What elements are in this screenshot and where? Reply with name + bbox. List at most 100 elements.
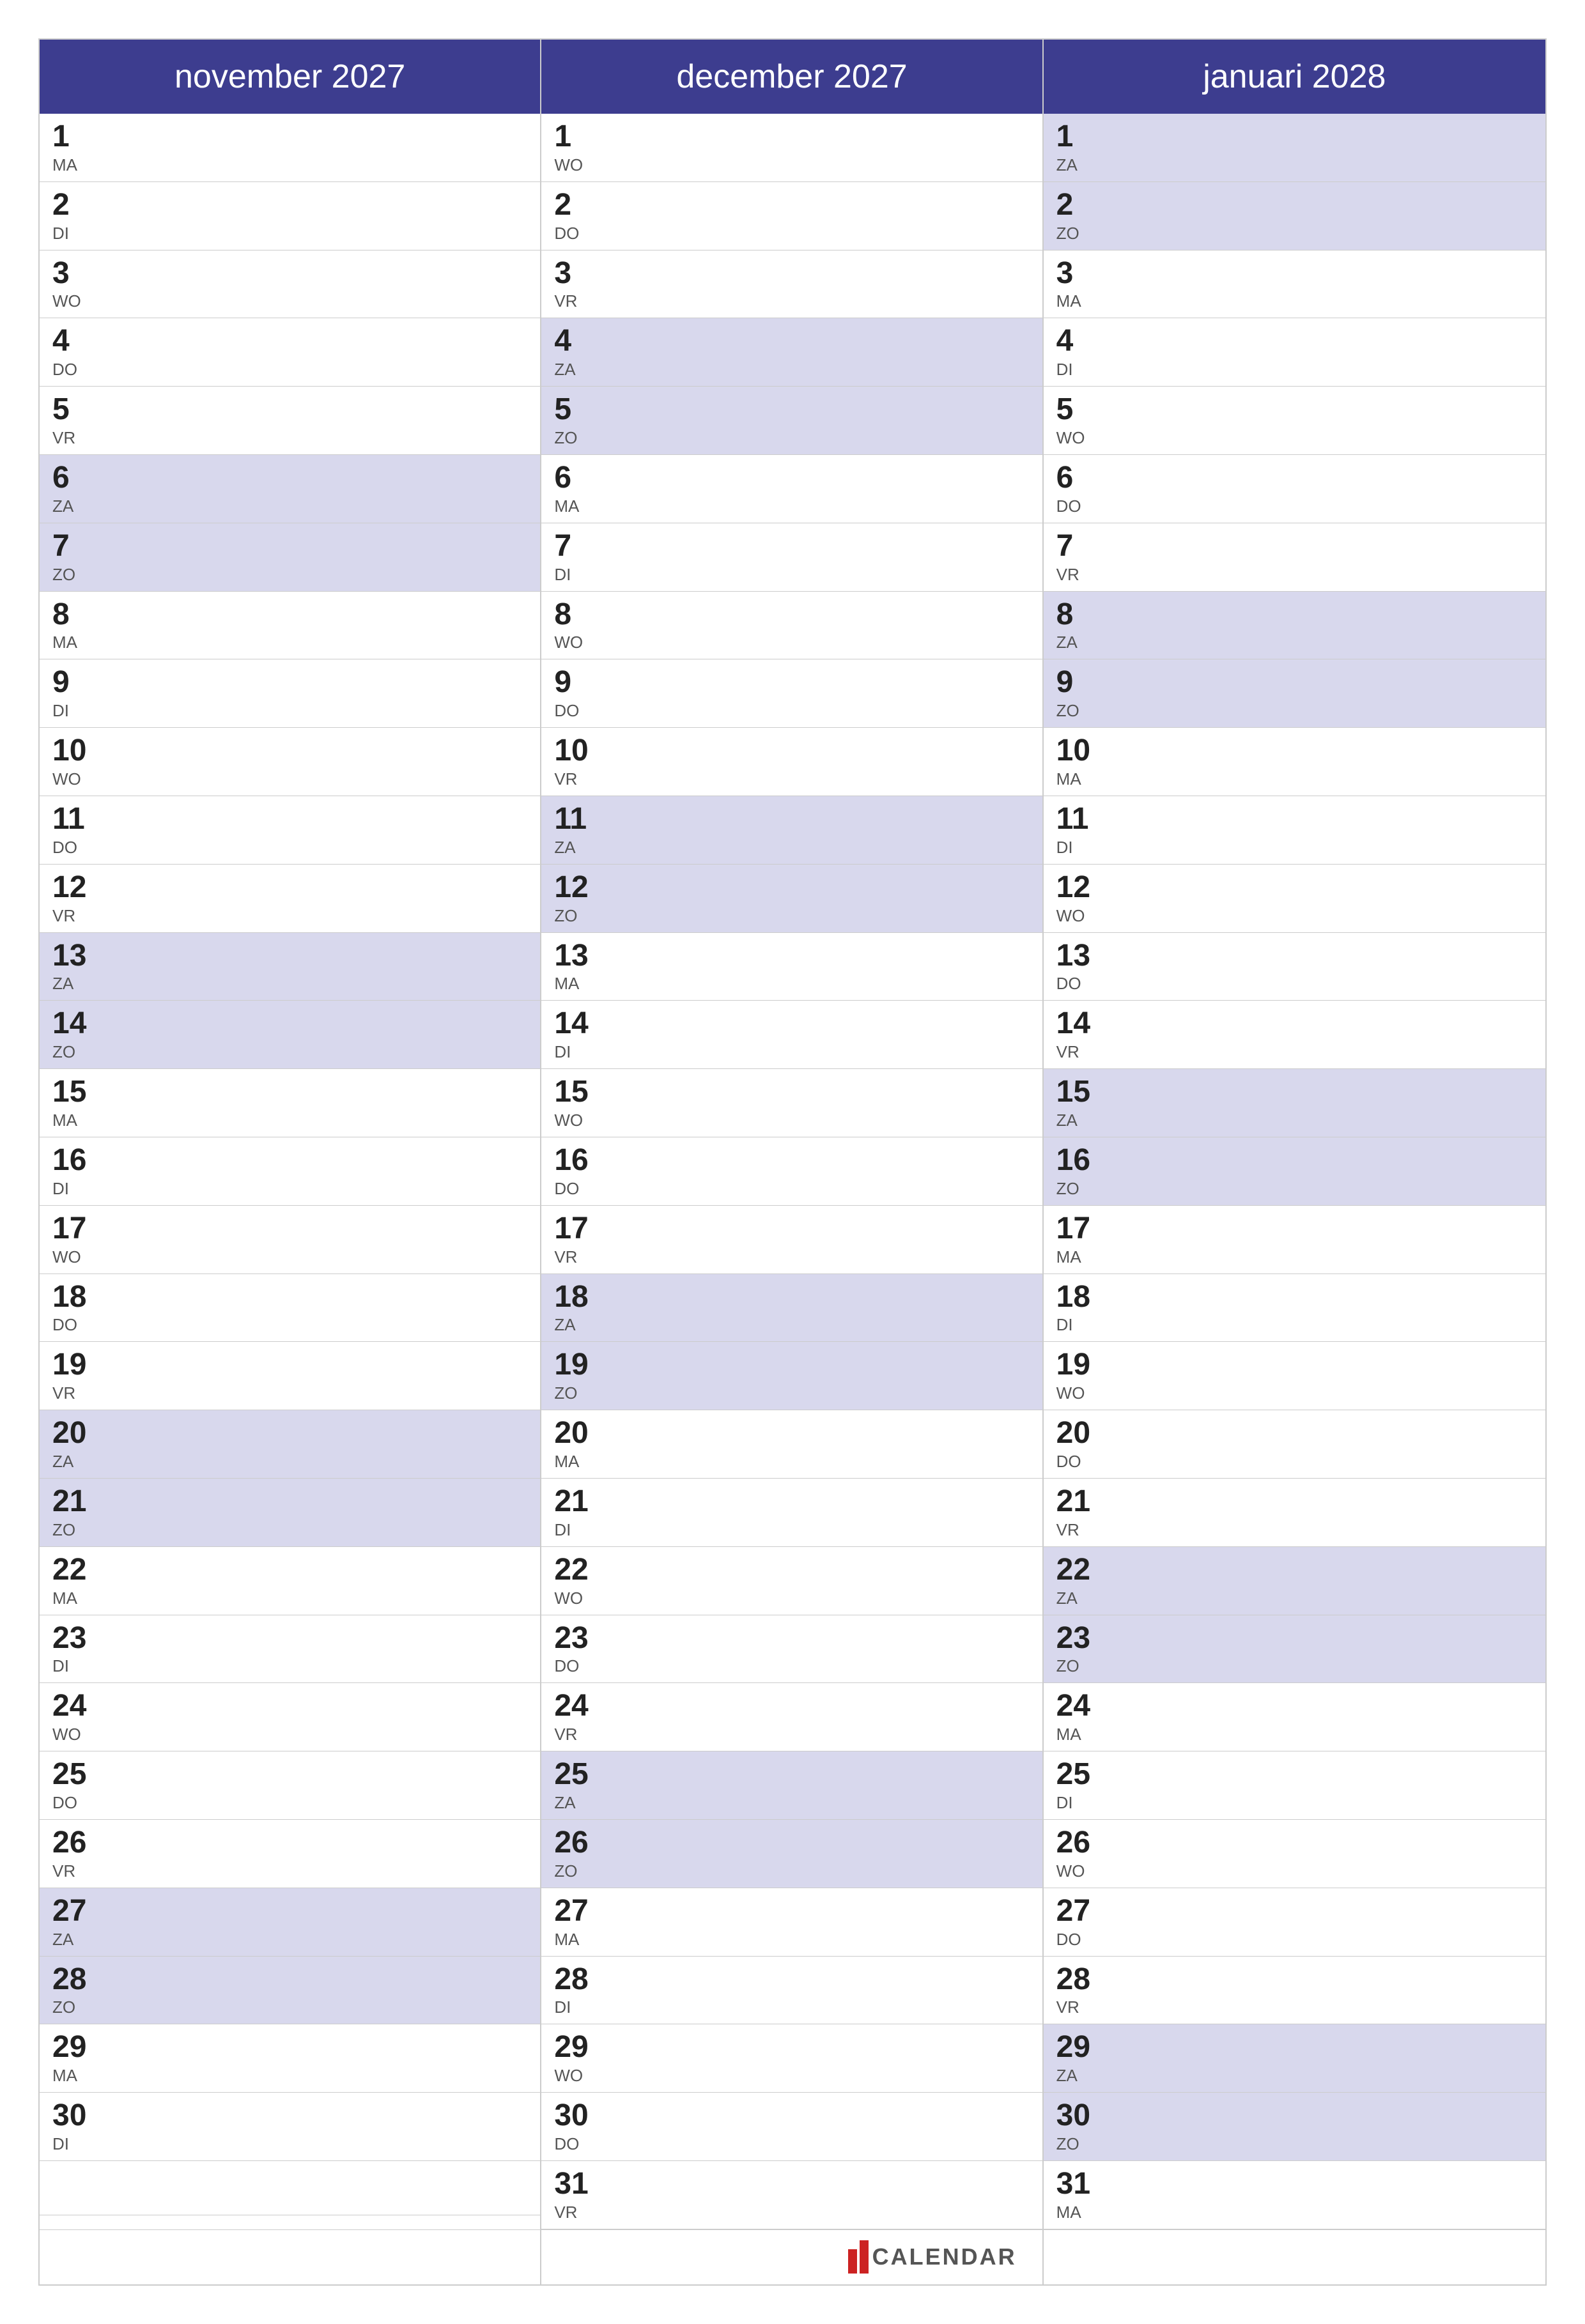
day-number: 3 (52, 257, 527, 291)
day-number: 23 (554, 1622, 1029, 1656)
day-cell-1-21: 21DI (541, 1479, 1042, 1547)
day-number: 18 (554, 1281, 1029, 1314)
day-abbr: DI (52, 224, 527, 243)
day-number: 16 (1056, 1144, 1533, 1178)
day-cell-0-21: 21ZO (40, 1479, 540, 1547)
day-abbr: ZO (52, 1997, 527, 2017)
day-number: 8 (52, 598, 527, 632)
day-number: 5 (1056, 393, 1533, 427)
day-abbr: MA (1056, 1725, 1533, 1744)
day-number: 4 (52, 325, 527, 358)
day-cell-2-18: 18DI (1044, 1274, 1545, 1343)
day-cell-2-26: 26WO (1044, 1820, 1545, 1888)
days-grid: 1MA2DI3WO4DO5VR6ZA7ZO8MA9DI10WO11DO12VR1… (40, 114, 1545, 2229)
day-number: 1 (52, 120, 527, 154)
day-abbr: DO (52, 360, 527, 380)
day-abbr: DI (52, 1179, 527, 1199)
day-number: 10 (52, 734, 527, 768)
day-number: 9 (554, 666, 1029, 700)
day-cell-1-2: 2DO (541, 182, 1042, 250)
day-abbr: ZO (52, 1520, 527, 1540)
month-header-december: december 2027 (541, 40, 1043, 114)
day-number: 7 (1056, 530, 1533, 564)
day-cell-2-3: 3MA (1044, 250, 1545, 319)
day-number: 26 (52, 1826, 527, 1860)
day-number: 24 (52, 1689, 527, 1723)
day-cell-2-28: 28VR (1044, 1957, 1545, 2025)
day-number: 2 (1056, 189, 1533, 222)
day-number: 27 (52, 1895, 527, 1928)
day-cell-0-11: 11DO (40, 796, 540, 865)
day-abbr: VR (554, 769, 1029, 789)
day-number: 25 (554, 1758, 1029, 1792)
day-cell-1-4: 4ZA (541, 318, 1042, 387)
day-cell-2-16: 16ZO (1044, 1137, 1545, 1206)
day-cell-1-13: 13MA (541, 933, 1042, 1001)
day-abbr: WO (1056, 1383, 1533, 1403)
day-cell-0-19: 19VR (40, 1342, 540, 1410)
day-cell-0-26: 26VR (40, 1820, 540, 1888)
day-abbr: VR (1056, 565, 1533, 585)
day-abbr: VR (52, 1383, 527, 1403)
day-number: 19 (1056, 1348, 1533, 1382)
day-number: 9 (1056, 666, 1533, 700)
day-number: 23 (1056, 1622, 1533, 1656)
day-number: 28 (1056, 1963, 1533, 1997)
day-cell-0-9: 9DI (40, 659, 540, 728)
day-abbr: DO (554, 701, 1029, 721)
day-cell-1-11: 11ZA (541, 796, 1042, 865)
day-number: 11 (52, 803, 527, 836)
day-abbr: VR (52, 1861, 527, 1881)
day-cell-1-26: 26ZO (541, 1820, 1042, 1888)
day-number: 25 (1056, 1758, 1533, 1792)
day-cell-2-11: 11DI (1044, 796, 1545, 865)
brand-text: CALENDAR (872, 2243, 1017, 2270)
day-number: 4 (1056, 325, 1533, 358)
day-abbr: MA (1056, 769, 1533, 789)
day-cell-0-25: 25DO (40, 1751, 540, 1820)
day-abbr: MA (52, 633, 527, 652)
day-number: 10 (554, 734, 1029, 768)
day-cell-2-1: 1ZA (1044, 114, 1545, 182)
day-abbr: ZO (1056, 224, 1533, 243)
day-abbr: VR (52, 906, 527, 926)
day-cell-0-18: 18DO (40, 1274, 540, 1343)
day-abbr: MA (52, 2066, 527, 2086)
day-cell-2-12: 12WO (1044, 865, 1545, 933)
day-number: 18 (1056, 1281, 1533, 1314)
day-number: 18 (52, 1281, 527, 1314)
day-number: 26 (1056, 1826, 1533, 1860)
day-abbr: DI (554, 1520, 1029, 1540)
day-cell-2-2: 2 ZO (1044, 182, 1545, 250)
day-abbr: WO (554, 1111, 1029, 1130)
day-cell-0-8: 8MA (40, 592, 540, 660)
day-abbr: WO (554, 2066, 1029, 2086)
day-abbr: ZO (52, 565, 527, 585)
day-abbr: DI (554, 1042, 1029, 1062)
day-abbr: WO (554, 633, 1029, 652)
day-cell-1-29: 29WO (541, 2024, 1042, 2093)
day-cell-0-4: 4DO (40, 318, 540, 387)
day-cell-2-14: 14VR (1044, 1001, 1545, 1069)
day-cell-0-5: 5VR (40, 387, 540, 455)
day-number: 5 (52, 393, 527, 427)
day-cell-2-25: 25DI (1044, 1751, 1545, 1820)
day-number: 31 (1056, 2167, 1533, 2201)
day-abbr: MA (52, 1589, 527, 1608)
day-abbr: ZO (1056, 2134, 1533, 2154)
day-cell-0-30: 30DI (40, 2093, 540, 2161)
day-number: 9 (52, 666, 527, 700)
day-number: 27 (554, 1895, 1029, 1928)
day-number: 27 (1056, 1895, 1533, 1928)
day-number: 6 (52, 461, 527, 495)
day-abbr: WO (1056, 428, 1533, 448)
day-number: 30 (554, 2099, 1029, 2133)
day-cell-0-1: 1MA (40, 114, 540, 182)
day-abbr: WO (52, 769, 527, 789)
day-number: 20 (554, 1417, 1029, 1451)
day-col-0: 1MA2DI3WO4DO5VR6ZA7ZO8MA9DI10WO11DO12VR1… (40, 114, 541, 2229)
day-cell-2-22: 22ZA (1044, 1547, 1545, 1615)
day-abbr: DO (554, 2134, 1029, 2154)
day-number: 3 (554, 257, 1029, 291)
day-cell-0-3: 3WO (40, 250, 540, 319)
